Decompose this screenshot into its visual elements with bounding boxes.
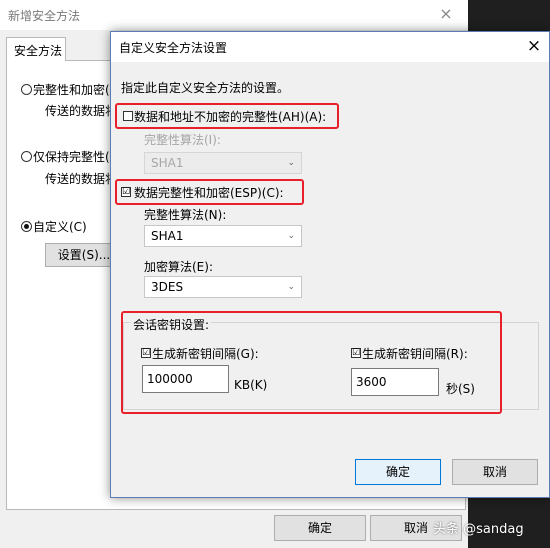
bg-close-icon[interactable]: × bbox=[438, 4, 454, 24]
option-sub: 传送的数据将 bbox=[45, 172, 118, 186]
highlight-box-ah bbox=[115, 103, 339, 129]
ah-integrity-label: 完整性算法(I): bbox=[144, 133, 221, 147]
cancel-button[interactable]: 取消 bbox=[452, 459, 538, 485]
radio-integrity-encryption[interactable] bbox=[21, 84, 32, 95]
custom-security-method-settings-dialog: 自定义安全方法设置 × 指定此自定义安全方法的设置。 数据和地址不加密的完整性(… bbox=[110, 31, 550, 498]
highlight-box-session-key bbox=[121, 311, 502, 414]
esp-integrity-select[interactable]: SHA1 ⌄ bbox=[144, 225, 302, 247]
bg-ok-button[interactable]: 确定 bbox=[274, 515, 366, 541]
option-label: 自定义(C) bbox=[33, 220, 87, 234]
ok-button[interactable]: 确定 bbox=[355, 459, 441, 485]
encryption-value: 3DES bbox=[151, 280, 184, 294]
tab-label: 安全方法 bbox=[14, 44, 63, 58]
chevron-down-icon: ⌄ bbox=[287, 231, 295, 241]
watermark-text: 头条 @sandag bbox=[433, 522, 524, 537]
ah-integrity-select[interactable]: SHA1 ⌄ bbox=[144, 152, 302, 174]
option-label: 仅保持完整性( bbox=[33, 150, 110, 164]
bg-dialog-title: 新增安全方法 bbox=[8, 9, 81, 23]
modal-title: 自定义安全方法设置 bbox=[119, 41, 228, 55]
esp-integrity-label: 完整性算法(N): bbox=[144, 208, 227, 222]
encryption-label: 加密算法(E): bbox=[144, 260, 213, 274]
radio-integrity-only[interactable] bbox=[21, 151, 32, 162]
option-label: 完整性和加密( bbox=[33, 83, 110, 97]
close-icon[interactable]: × bbox=[525, 36, 543, 56]
modal-titlebar: 自定义安全方法设置 × bbox=[111, 32, 549, 62]
ah-integrity-value: SHA1 bbox=[151, 156, 184, 170]
modal-description: 指定此自定义安全方法的设置。 bbox=[121, 81, 290, 95]
encryption-select[interactable]: 3DES ⌄ bbox=[144, 276, 302, 298]
esp-integrity-value: SHA1 bbox=[151, 229, 184, 243]
chevron-down-icon: ⌄ bbox=[287, 158, 295, 168]
tab-security-method[interactable]: 安全方法 bbox=[6, 37, 66, 61]
bg-titlebar: 新增安全方法 × bbox=[0, 0, 468, 30]
option-sub: 传送的数据将 bbox=[45, 104, 118, 118]
chevron-down-icon: ⌄ bbox=[287, 282, 295, 292]
highlight-box-esp bbox=[115, 179, 304, 205]
radio-custom[interactable] bbox=[21, 221, 32, 232]
